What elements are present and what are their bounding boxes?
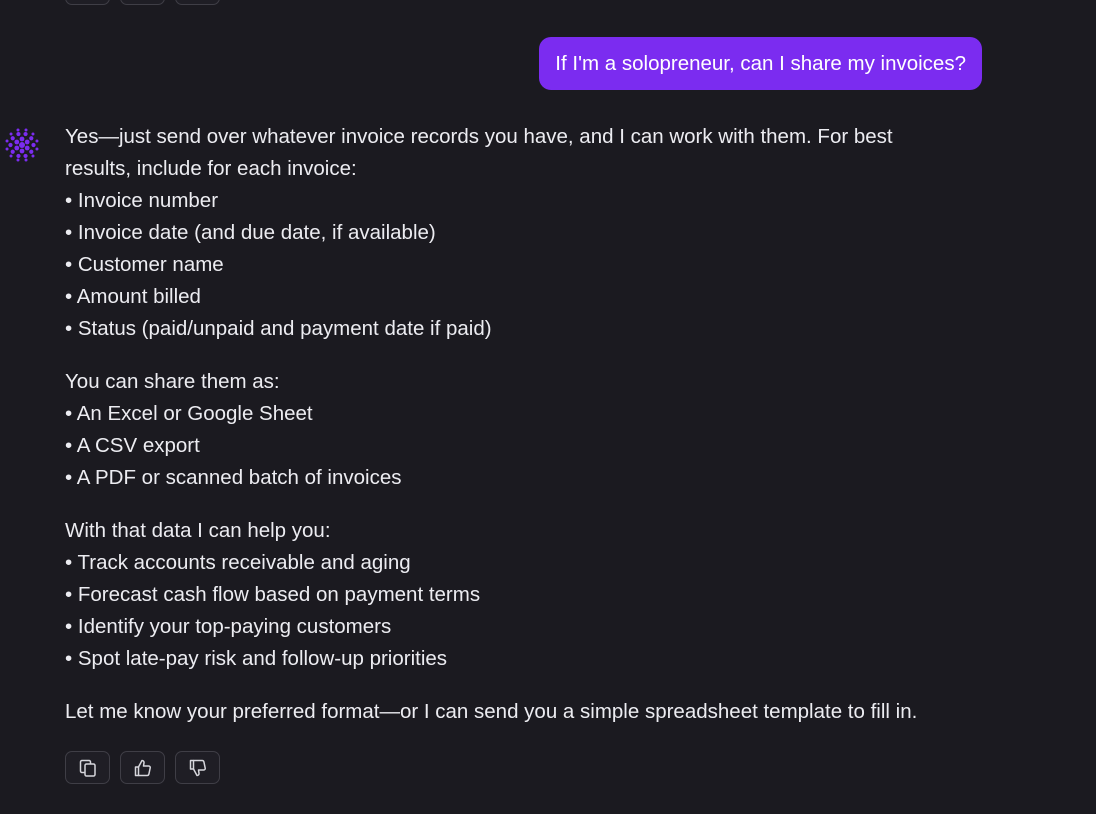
- logo-dot: [16, 128, 20, 132]
- logo-dot: [24, 128, 28, 132]
- message-actions: [65, 751, 220, 784]
- list-item: • Invoice date (and due date, if availab…: [65, 221, 436, 244]
- list-item: • Identify your top-paying customers: [65, 615, 392, 638]
- logo-dot: [14, 139, 20, 145]
- logo-dot: [5, 147, 9, 151]
- assistant-avatar: [4, 127, 40, 163]
- logo-dot: [16, 158, 20, 162]
- list-item: • A CSV export: [65, 434, 200, 457]
- logo-dot: [16, 153, 21, 159]
- logo-dot: [8, 142, 13, 148]
- logo-dot: [10, 136, 15, 141]
- copy-button[interactable]: [65, 751, 110, 784]
- share-heading: You can share them as:: [65, 370, 280, 393]
- logo-dot: [24, 145, 30, 151]
- share-formats-block: You can share them as: • An Excel or Goo…: [65, 366, 965, 494]
- copy-button-previous[interactable]: [65, 0, 110, 5]
- thumbs-down-icon: [189, 759, 206, 776]
- logo-dot: [19, 148, 25, 154]
- list-item: • Forecast cash flow based on payment te…: [65, 583, 481, 606]
- logo-dot: [23, 131, 28, 137]
- logo-dot: [14, 145, 20, 151]
- logo-dot: [9, 154, 13, 158]
- list-item: • An Excel or Google Sheet: [65, 402, 313, 425]
- thumbs-up-button[interactable]: [120, 751, 165, 784]
- thumbs-up-icon: [134, 759, 151, 776]
- previous-message-actions: [65, 0, 220, 5]
- list-item: • A PDF or scanned batch of invoices: [65, 466, 402, 489]
- closing-text: Let me know your preferred format—or I c…: [65, 700, 918, 723]
- logo-dot: [31, 132, 35, 136]
- list-item: • Customer name: [65, 253, 224, 276]
- intro-block: Yes—just send over whatever invoice reco…: [65, 121, 965, 345]
- logo-dot: [29, 149, 34, 154]
- assistant-logo-icon: [5, 128, 39, 162]
- user-message-bubble: If I'm a solopreneur, can I share my inv…: [539, 37, 982, 90]
- logo-dot: [24, 158, 28, 162]
- logo-dot: [35, 139, 39, 143]
- list-item: • Amount billed: [65, 285, 201, 308]
- list-item: • Invoice number: [65, 189, 219, 212]
- logo-dot: [35, 147, 39, 151]
- assistant-message: Yes—just send over whatever invoice reco…: [65, 121, 965, 728]
- help-block: With that data I can help you: • Track a…: [65, 515, 965, 675]
- list-item: • Spot late-pay risk and follow-up prior…: [65, 647, 448, 670]
- list-item: • Status (paid/unpaid and payment date i…: [65, 317, 492, 340]
- intro-line: results, include for each invoice:: [65, 157, 357, 180]
- logo-dot: [24, 139, 30, 145]
- logo-dot: [5, 139, 9, 143]
- logo-dot: [31, 154, 35, 158]
- logo-dot: [19, 136, 25, 142]
- logo-dot: [9, 132, 13, 136]
- list-item: • Track accounts receivable and aging: [65, 551, 411, 574]
- logo-dot: [23, 153, 28, 159]
- copy-icon: [79, 759, 96, 777]
- logo-dot: [19, 142, 25, 148]
- user-message-text: If I'm a solopreneur, can I share my inv…: [555, 51, 966, 75]
- thumbs-up-button-previous[interactable]: [120, 0, 165, 5]
- logo-dot: [29, 136, 34, 141]
- logo-dot: [16, 131, 21, 137]
- logo-dot: [10, 149, 15, 154]
- help-heading: With that data I can help you:: [65, 519, 331, 542]
- thumbs-down-button[interactable]: [175, 751, 220, 784]
- logo-dot: [31, 142, 36, 148]
- thumbs-down-button-previous[interactable]: [175, 0, 220, 5]
- intro-line: Yes—just send over whatever invoice reco…: [65, 125, 893, 148]
